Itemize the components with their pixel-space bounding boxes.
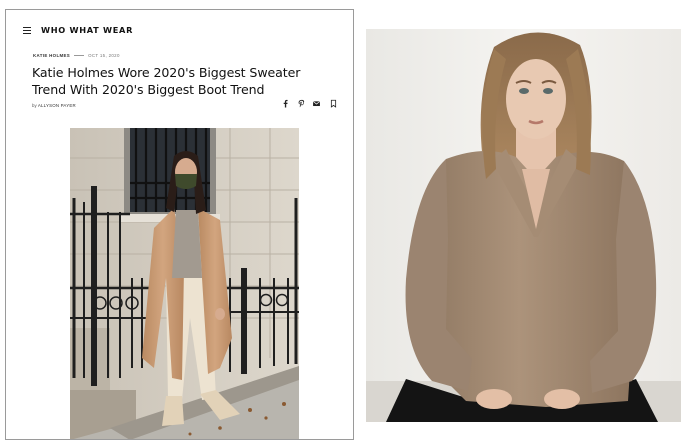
- model-sweater-photo: [366, 29, 681, 422]
- byline-author-link[interactable]: ALLYSON PAYER: [38, 103, 76, 108]
- site-logo[interactable]: WHO WHAT WEAR: [41, 25, 133, 35]
- site-header: WHO WHAT WEAR: [6, 10, 353, 50]
- article-date: OCT 15, 2020: [88, 53, 120, 58]
- headline-line-1: Katie Holmes Wore 2020's Biggest Sweater: [32, 65, 301, 80]
- meta-divider: [74, 55, 85, 57]
- byline-prefix: by: [32, 103, 37, 108]
- article-screenshot-card: WHO WHAT WEAR KATIE HOLMES OCT 15, 2020 K…: [5, 9, 354, 440]
- facebook-icon[interactable]: [281, 99, 290, 108]
- email-icon[interactable]: [312, 99, 321, 108]
- bookmark-icon[interactable]: [329, 99, 338, 108]
- byline: by ALLYSON PAYER: [32, 103, 76, 108]
- article-meta: KATIE HOLMES OCT 15, 2020: [33, 53, 120, 58]
- model-in-polo-sweater-illustration: [366, 29, 681, 422]
- street-style-photo: [70, 128, 299, 439]
- katie-holmes-photo-illustration: [70, 128, 299, 439]
- pinterest-icon[interactable]: [297, 99, 306, 108]
- article-headline: Katie Holmes Wore 2020's Biggest Sweater…: [32, 65, 332, 98]
- hamburger-menu-icon[interactable]: [23, 27, 31, 35]
- headline-line-2: Trend With 2020's Biggest Boot Trend: [32, 81, 265, 97]
- article-category-link[interactable]: KATIE HOLMES: [33, 53, 70, 58]
